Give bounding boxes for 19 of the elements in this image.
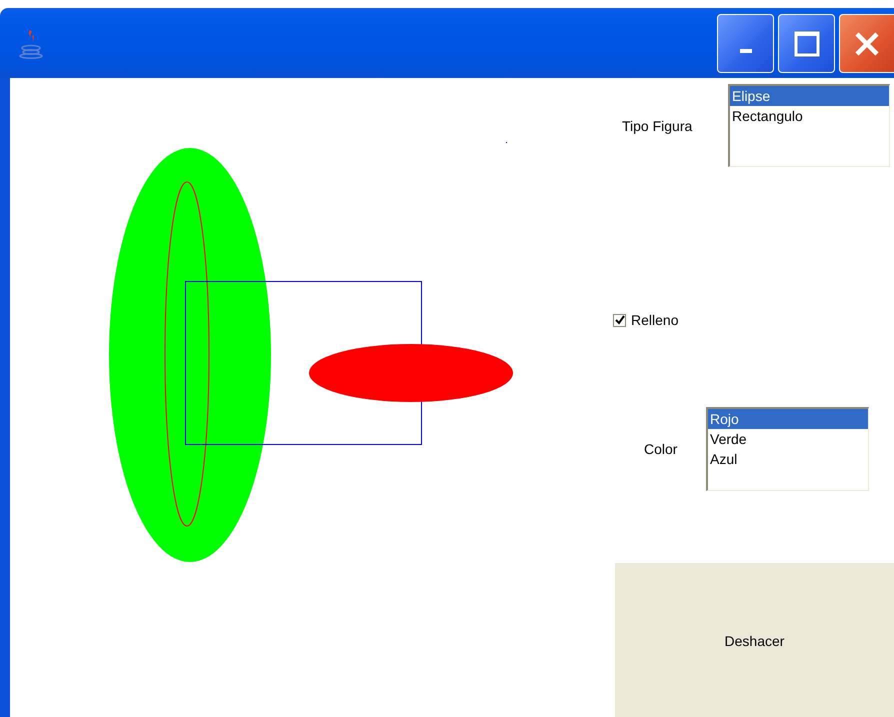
figure-type-label: Tipo Figura (622, 118, 694, 134)
color-list[interactable]: Rojo Verde Azul (706, 407, 869, 491)
minimize-icon (740, 48, 752, 52)
close-icon (854, 30, 880, 56)
undo-button[interactable]: Deshacer (615, 563, 894, 717)
list-item[interactable]: Rectangulo (730, 106, 889, 126)
maximize-icon (794, 30, 820, 56)
list-item[interactable]: Elipse (730, 86, 889, 106)
minimize-button[interactable] (717, 14, 774, 73)
close-button[interactable] (839, 14, 894, 73)
maximize-button[interactable] (778, 14, 835, 73)
list-item[interactable]: Rojo (708, 409, 868, 429)
checkbox[interactable] (613, 314, 626, 326)
checkbox-label[interactable]: Relleno (631, 312, 678, 328)
color-label: Color (644, 441, 678, 457)
list-item[interactable]: Azul (708, 449, 868, 469)
list-item[interactable]: Verde (708, 429, 868, 449)
coffee-cup-icon (18, 28, 44, 60)
figure-type-list[interactable]: Elipse Rectangulo (728, 84, 890, 167)
